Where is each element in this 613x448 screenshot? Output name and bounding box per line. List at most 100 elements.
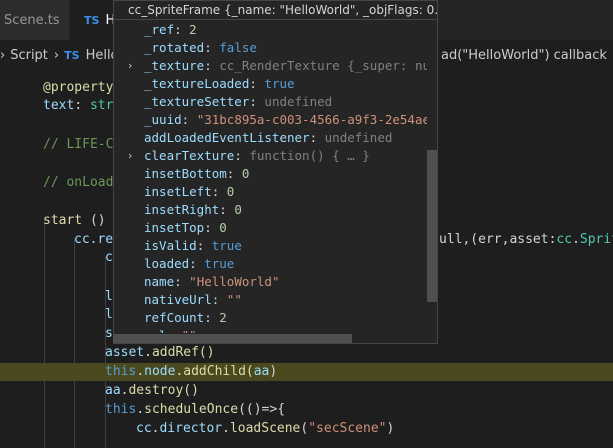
variable-value: "31bc895a-c003-4566-a9f3-2e54ae1c1 [196, 112, 427, 127]
variable-separator: : [196, 238, 212, 253]
code-line: aa.destroy() [105, 383, 199, 398]
chevron-right-icon: › [0, 47, 6, 63]
variable-separator: : [204, 220, 220, 235]
variable-key: insetBottom [144, 166, 227, 181]
variable-key: insetRight [144, 202, 220, 217]
variable-key: _uuid [144, 112, 182, 127]
code-line: l [105, 307, 113, 322]
variable-value: true [211, 238, 242, 253]
breadcrumb-item-callback[interactable]: ad("HelloWorld") callback [441, 43, 607, 67]
variable-row-isvalid[interactable]: isValid: true [114, 237, 242, 255]
variable-row-nativeurl[interactable]: nativeUrl: "" [114, 291, 242, 309]
code-line: // onLoad [43, 175, 114, 190]
variable-value: "HelloWorld" [189, 274, 280, 289]
hover-variable-tree[interactable]: _ref: 2 _rotated: false › _texture: cc_Rend… [114, 21, 427, 333]
variable-separator: : [167, 328, 182, 333]
variable-key: nativeUrl [144, 292, 212, 307]
indent-guide [74, 238, 75, 448]
variable-separator: : [249, 76, 265, 91]
variable-value: 0 [226, 184, 235, 199]
vertical-scrollbar[interactable] [427, 150, 437, 302]
variable-separator: : [204, 58, 220, 73]
code-line: // LIFE-C [43, 137, 114, 152]
variable-key: addLoadedEventListener [144, 130, 310, 145]
variable-separator: : [226, 166, 242, 181]
chevron-right-icon[interactable]: › [128, 147, 132, 165]
variable-value: undefined [324, 130, 393, 145]
code-line: ull,(err,asset:cc.Sprit [439, 232, 613, 247]
horizontal-scrollbar[interactable] [113, 334, 352, 343]
variable-row-loaded[interactable]: loaded: true [114, 255, 234, 273]
variable-key: insetTop [144, 220, 205, 235]
code-line: l [105, 289, 113, 304]
variable-value: 0 [241, 166, 250, 181]
variable-row-refcount[interactable]: refCount: 2 [114, 309, 227, 327]
variable-separator: : [174, 22, 190, 37]
indent-guide [44, 220, 45, 448]
variable-key: url [144, 328, 167, 333]
typescript-icon: TS [64, 48, 80, 62]
variable-key: isValid [144, 238, 197, 253]
hover-title: cc_SpriteFrame {_name: "HelloWorld", _ob… [114, 1, 437, 20]
variable-value: 0 [234, 202, 242, 217]
variable-value: true [264, 76, 295, 91]
variable-key: _rotated [144, 40, 205, 55]
variable-separator: : [204, 310, 220, 325]
code-line: s [105, 326, 113, 341]
variable-row-insettop[interactable]: insetTop: 0 [114, 219, 227, 237]
variable-row-name[interactable]: name: "HelloWorld" [114, 273, 279, 291]
variable-row-uuid[interactable]: _uuid: "31bc895a-c003-4566-a9f3-2e54ae1c… [114, 111, 427, 129]
variable-value: cc_RenderTexture {_super: null, [219, 58, 427, 73]
variable-value: false [219, 40, 257, 55]
variable-separator: : [234, 148, 250, 163]
breadcrumb-item-script[interactable]: Script [10, 48, 48, 63]
variable-key: _texture [144, 58, 205, 73]
variable-separator: : [174, 274, 190, 289]
variable-key: name [144, 274, 175, 289]
variable-separator: : [309, 130, 325, 145]
variable-separator: : [249, 94, 265, 109]
variable-row-rotated[interactable]: _rotated: false [114, 39, 257, 57]
variable-row-insetleft[interactable]: insetLeft: 0 [114, 183, 234, 201]
variable-key: insetLeft [144, 184, 212, 199]
typescript-icon: TS [84, 13, 100, 27]
variable-key: _textureLoaded [144, 76, 250, 91]
chevron-right-icon[interactable]: › [128, 57, 132, 75]
variable-key: refCount [144, 310, 205, 325]
tab-scene-ts[interactable]: Scene.ts [0, 0, 70, 40]
variable-row-url[interactable]: url: "" [114, 327, 197, 333]
variable-value: 0 [219, 220, 227, 235]
debug-hover-widget[interactable]: cc_SpriteFrame {_name: "HelloWorld", _ob… [113, 0, 438, 344]
code-line: this.scheduleOnce(()=>{ [105, 402, 286, 417]
variable-value: "" [226, 292, 242, 307]
variable-row-addloadedeventlistener[interactable]: addLoadedEventListener: undefined [114, 129, 392, 147]
variable-row-texturesetter[interactable]: _textureSetter: undefined [114, 93, 332, 111]
variable-row-insetbottom[interactable]: insetBottom: 0 [114, 165, 249, 183]
variable-separator: : [204, 40, 220, 55]
variable-key: _ref [144, 22, 175, 37]
variable-value: true [204, 256, 235, 271]
code-line: cc.director.loadScene("secScene") [136, 421, 395, 436]
code-line: cc.re [74, 232, 114, 247]
code-line: this.node.addChild(aa) [105, 364, 278, 379]
tab-label: Scene.ts [4, 12, 60, 28]
variable-value: function() { … } [249, 148, 370, 163]
variable-row-ref[interactable]: _ref: 2 [114, 21, 197, 39]
variable-key: clearTexture [144, 148, 235, 163]
variable-separator: : [219, 202, 235, 217]
chevron-right-icon: › [53, 47, 60, 63]
code-line: start () [43, 213, 106, 228]
current-line-highlight [0, 363, 613, 381]
variable-value: 2 [219, 310, 227, 325]
variable-separator: : [211, 184, 227, 199]
variable-row-cleartexture[interactable]: › clearTexture: function() { … } [114, 147, 370, 165]
variable-row-textureloaded[interactable]: _textureLoaded: true [114, 75, 295, 93]
variable-separator: : [211, 292, 227, 307]
variable-row-insetright[interactable]: insetRight: 0 [114, 201, 242, 219]
code-line: c [105, 250, 113, 265]
code-line: @propertyy [43, 80, 121, 95]
variable-value: "" [182, 328, 197, 333]
variable-row-texture[interactable]: › _texture: cc_RenderTexture {_super: nul… [114, 57, 427, 75]
variable-separator: : [181, 112, 197, 127]
variable-key: _textureSetter [144, 94, 250, 109]
